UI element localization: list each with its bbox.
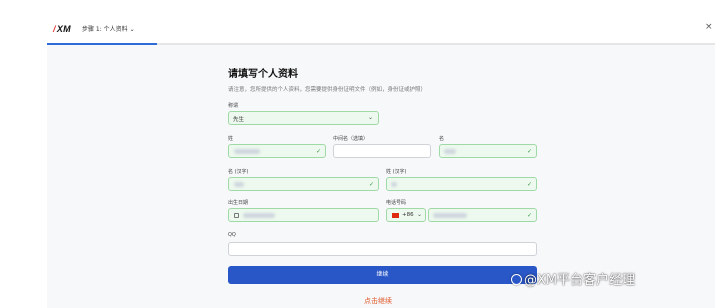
check-icon: ✓	[526, 212, 532, 219]
step-dropdown[interactable]: 步骤 1: 个人资料 ⌄	[82, 24, 135, 33]
redacted-value	[243, 213, 275, 218]
page-title: 请填写个人资料	[228, 69, 298, 80]
chevron-down-icon: ⌄	[416, 211, 422, 218]
qq-field[interactable]	[228, 242, 537, 256]
chevron-down-icon: ⌄	[129, 26, 135, 33]
first-name-field[interactable]: ✓	[439, 144, 537, 158]
check-icon: ✓	[315, 148, 321, 155]
redacted-value	[433, 213, 467, 218]
continue-link[interactable]: 点击继续	[364, 296, 392, 306]
chevron-down-icon: ⌄	[367, 114, 373, 121]
qq-label: QQ	[228, 232, 236, 238]
check-icon: ✓	[526, 148, 532, 155]
salutation-select[interactable]: 先生 ⌄	[228, 111, 379, 125]
top-bar: /XM 步骤 1: 个人资料 ⌄ ×	[0, 0, 715, 44]
country-code-select[interactable]: +86 ⌄	[386, 208, 426, 222]
step-label: 步骤 1: 个人资料	[82, 26, 128, 33]
country-code: +86	[402, 212, 414, 218]
watermark: @XM平台客户经理	[511, 269, 635, 288]
china-flag-icon	[392, 213, 399, 218]
xm-logo[interactable]: /XM	[53, 24, 71, 34]
salutation-label: 称谓	[228, 103, 239, 109]
watermark-text: @XM平台客户经理	[524, 273, 636, 288]
first-name-cn-field[interactable]: ✓	[386, 177, 537, 191]
calendar-icon	[234, 213, 239, 218]
dob-field[interactable]	[228, 208, 379, 222]
phone-field[interactable]: ✓	[428, 208, 537, 222]
logo-text: XM	[56, 24, 71, 34]
phone-label: 电话号码	[386, 200, 407, 206]
middle-name-field[interactable]	[333, 144, 431, 158]
form-notice: 请注意，您所提供的个人资料，您需要提供身份证明文件（例如，身份证或护照）	[228, 87, 427, 93]
watermark-logo-icon	[511, 274, 522, 285]
close-icon[interactable]: ×	[705, 22, 713, 32]
last-name-field[interactable]: ✓	[228, 144, 326, 158]
salutation-value: 先生	[233, 117, 245, 123]
redacted-value	[391, 182, 397, 187]
check-icon: ✓	[368, 181, 374, 188]
redacted-value	[444, 149, 456, 154]
continue-button[interactable]: 继续	[228, 266, 537, 284]
redacted-value	[234, 149, 260, 154]
last-name-cn-label: 名 (汉字)	[228, 169, 249, 175]
last-name-cn-field[interactable]: ✓	[228, 177, 379, 191]
first-name-cn-label: 姓 (汉字)	[386, 169, 407, 175]
check-icon: ✓	[526, 181, 532, 188]
last-name-label: 姓	[228, 136, 234, 142]
logo-slash-icon: /	[53, 24, 56, 34]
first-name-label: 名	[439, 136, 445, 142]
middle-name-label: 中间名（选填）	[333, 136, 369, 142]
dob-label: 出生日期	[228, 200, 249, 206]
redacted-value	[234, 182, 244, 187]
